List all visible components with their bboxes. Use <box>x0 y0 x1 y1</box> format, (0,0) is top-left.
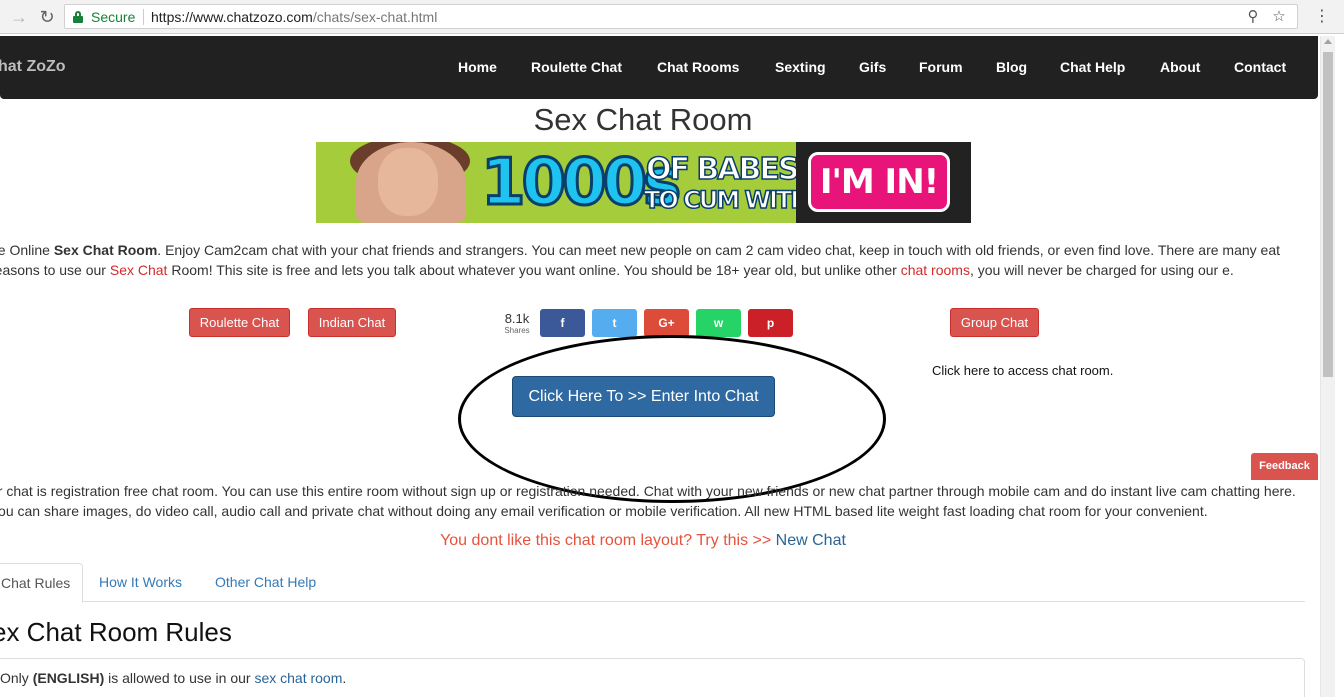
sex-chat-link[interactable]: Sex Chat <box>110 262 168 278</box>
site-brand[interactable]: hat ZoZo <box>0 58 66 76</box>
nav-blog[interactable]: Blog <box>996 59 1027 75</box>
page-title: Sex Chat Room <box>533 102 753 137</box>
rule-text-3: . <box>342 670 347 686</box>
rule-text-2: is allowed to use in our <box>104 670 255 686</box>
group-chat-button[interactable]: Group Chat <box>950 308 1039 337</box>
back-arrow-icon[interactable]: → <box>8 6 30 28</box>
nav-about[interactable]: About <box>1160 59 1200 75</box>
highlight-ellipse <box>458 335 886 503</box>
feedback-button[interactable]: Feedback <box>1251 453 1318 480</box>
url-host: https://www.chatzozo.com <box>151 9 313 25</box>
address-bar[interactable]: Secure https://www.chatzozo.com/chats/se… <box>64 4 1298 29</box>
sex-chat-room-link[interactable]: sex chat room <box>254 670 342 686</box>
layout-alternative-line: You dont like this chat room layout? Try… <box>0 532 1286 550</box>
rule-text-1: Only <box>0 670 33 686</box>
intro-text-4: , you will never be charged for using ou… <box>969 262 1234 278</box>
pinterest-share-icon[interactable]: p <box>748 309 793 337</box>
nav-home[interactable]: Home <box>458 59 497 75</box>
secure-label: Secure <box>91 9 136 25</box>
registration-paragraph: ur chat is registration free chat room. … <box>0 483 1296 519</box>
browser-menu-icon[interactable]: ⋮ <box>1314 6 1330 28</box>
url-path: /chats/sex-chat.html <box>312 9 438 25</box>
rules-title: ex Chat Room Rules <box>0 617 232 647</box>
nav-gifs[interactable]: Gifs <box>859 59 886 75</box>
nav-chat-help[interactable]: Chat Help <box>1060 59 1125 75</box>
share-count-number: 8.1k <box>504 311 530 326</box>
nav-chat-rooms[interactable]: Chat Rooms <box>657 59 739 75</box>
banner-cta-button[interactable]: I'M IN! <box>808 152 950 212</box>
banner-line2: TO CUM WITH <box>643 185 811 215</box>
site-navbar: hat ZoZo Home Roulette Chat Chat Rooms S… <box>0 36 1318 99</box>
address-divider <box>143 9 144 25</box>
nav-roulette-chat[interactable]: Roulette Chat <box>531 59 622 75</box>
access-chat-text: Click here to access chat room. <box>932 363 1114 378</box>
facebook-share-icon[interactable]: f <box>540 309 585 337</box>
tab-how-it-works[interactable]: How It Works <box>99 563 182 602</box>
scrollbar-thumb[interactable] <box>1323 52 1333 377</box>
rule-item: Only (ENGLISH) is allowed to use in our … <box>0 670 346 686</box>
scroll-up-arrow-icon[interactable] <box>1324 39 1332 44</box>
share-count: 8.1k Shares <box>497 311 537 336</box>
page-scrollbar[interactable] <box>1320 36 1335 697</box>
intro-paragraph: ee Online Sex Chat Room. Enjoy Cam2cam c… <box>0 240 1305 280</box>
rule-bold: (ENGLISH) <box>32 670 105 686</box>
tab-other-chat-help[interactable]: Other Chat Help <box>215 563 316 602</box>
banner-face <box>378 148 438 216</box>
banner-line1: OF BABES <box>645 151 800 188</box>
nav-sexting[interactable]: Sexting <box>775 59 826 75</box>
googleplus-share-icon[interactable]: G+ <box>644 309 689 337</box>
chat-rooms-link[interactable]: chat rooms <box>901 262 970 278</box>
url-text[interactable]: https://www.chatzozo.com/chats/sex-chat.… <box>151 9 437 25</box>
help-tabs: Chat Rules How It Works Other Chat Help <box>0 563 1305 603</box>
reload-icon[interactable]: ↻ <box>36 6 58 28</box>
roulette-chat-button[interactable]: Roulette Chat <box>189 308 290 337</box>
ad-banner[interactable]: 1000s OF BABES TO CUM WITH I'M IN! <box>316 142 971 223</box>
intro-bold: Sex Chat Room <box>53 242 158 258</box>
new-chat-link[interactable]: New Chat <box>776 532 846 549</box>
enter-chat-button[interactable]: Click Here To >> Enter Into Chat <box>512 376 775 417</box>
intro-text-1: ee Online <box>0 242 50 258</box>
nav-forum[interactable]: Forum <box>919 59 963 75</box>
lock-icon <box>73 11 83 23</box>
zoom-icon[interactable]: ⚲ <box>1243 7 1263 25</box>
browser-toolbar: → ↻ Secure https://www.chatzozo.com/chat… <box>0 0 1344 34</box>
indian-chat-button[interactable]: Indian Chat <box>308 308 396 337</box>
tab-chat-rules[interactable]: Chat Rules <box>0 563 83 603</box>
whatsapp-share-icon[interactable]: w <box>696 309 741 337</box>
star-icon[interactable]: ☆ <box>1269 7 1289 25</box>
twitter-share-icon[interactable]: t <box>592 309 637 337</box>
share-count-label: Shares <box>504 326 530 335</box>
intro-text-3: Room! This site is free and lets you tal… <box>167 262 901 278</box>
nav-contact[interactable]: Contact <box>1234 59 1286 75</box>
layout-text: You dont like this chat room layout? Try… <box>440 532 776 549</box>
